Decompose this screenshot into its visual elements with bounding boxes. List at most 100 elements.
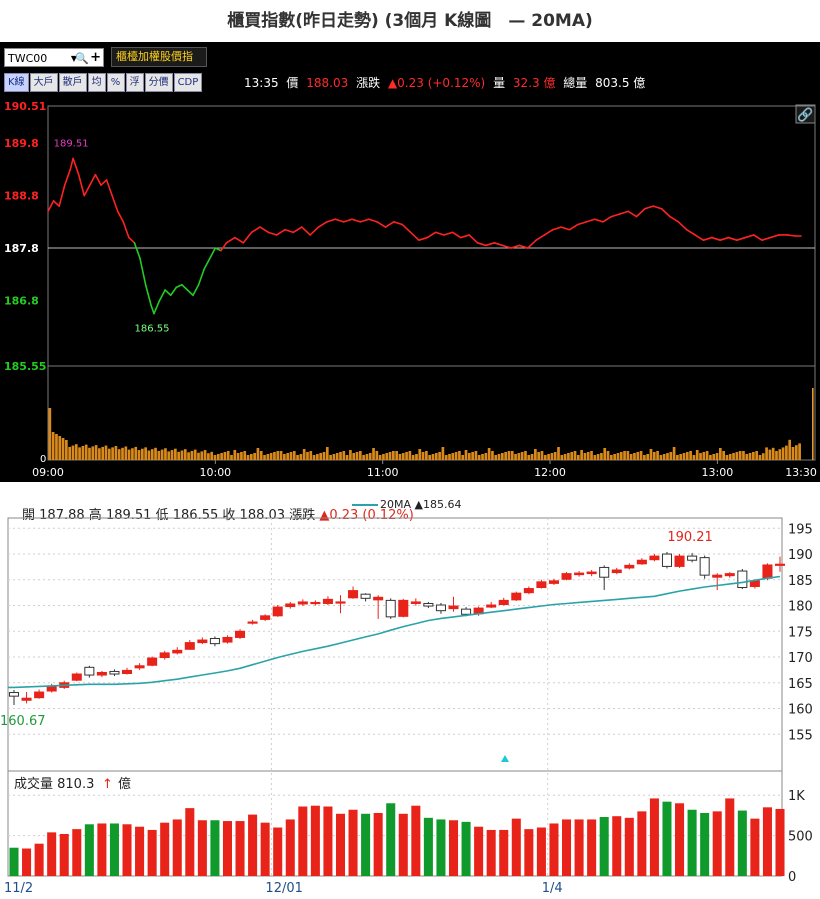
volume-bar [361, 813, 371, 876]
volume-bar [51, 432, 55, 460]
volume-bar [256, 448, 260, 460]
volume-bar [517, 453, 521, 460]
volume-bar [676, 455, 679, 460]
candle-body [523, 588, 534, 594]
volume-bar [725, 455, 729, 460]
price-line-segment [267, 231, 278, 236]
price-line-segment [418, 236, 429, 241]
price-line-segment [351, 218, 362, 223]
volume-bar [448, 454, 451, 460]
volume-bar [210, 451, 214, 460]
volume-unit: 億 [118, 776, 131, 792]
price-line-segment [384, 221, 395, 228]
x-tick-label: 13:30 [785, 466, 817, 479]
volume-bar [425, 451, 428, 460]
candle-body [611, 569, 622, 574]
volume-bar [298, 806, 308, 876]
y-tick-label: 175 [788, 625, 813, 640]
volume-bar [249, 454, 253, 460]
price-line-segment [234, 236, 245, 244]
candle-body [121, 669, 133, 674]
volume-bar [765, 447, 768, 460]
volume-bar [507, 451, 511, 460]
price-line-segment [301, 226, 311, 236]
candle-body [423, 602, 434, 607]
candle-body [498, 599, 509, 606]
volume-bar [59, 833, 69, 876]
volume-bar [562, 819, 572, 876]
candle-body [322, 598, 333, 604]
volume-bar [687, 809, 697, 876]
volume-bar [81, 446, 85, 460]
volume-bar [253, 453, 256, 460]
volume-bar [499, 829, 509, 876]
volume-bar [441, 447, 445, 460]
volume-bar [418, 449, 422, 460]
volume-bar [794, 445, 798, 460]
volume-bar [263, 455, 266, 460]
volume-bar [348, 809, 358, 876]
volume-bar [172, 819, 182, 876]
volume-bar [289, 452, 293, 460]
volume-bar [111, 447, 114, 460]
volume-bar [302, 449, 306, 460]
volume-zero-label: 0 [40, 454, 46, 465]
high-annotation: 190.21 [667, 530, 713, 545]
price-line-segment [220, 242, 228, 252]
volume-bar [527, 455, 531, 460]
volume-bar [362, 455, 365, 460]
x-tick-label: 11:00 [367, 466, 399, 479]
x-tick-label: 11/2 [4, 881, 33, 896]
candle-body [712, 574, 723, 578]
volume-bar [325, 447, 329, 460]
intraday-chart: 🔗 190.51 189.8 188.8 187.8 186.8 185.55 009:00… [4, 100, 817, 479]
price-line-segment [543, 228, 554, 236]
volume-bar [709, 455, 712, 460]
price-line-segment [786, 234, 797, 237]
price-line-segment [94, 173, 102, 186]
volume-bar [500, 453, 504, 460]
y-tick-label: 155 [788, 728, 813, 743]
price-line-segment [186, 289, 194, 297]
price-line-segment [568, 223, 579, 231]
price-line-segment [242, 231, 253, 244]
volume-bar [481, 454, 484, 460]
volume-bar [71, 445, 75, 460]
volume-bar [94, 445, 98, 460]
volume-bar [226, 451, 230, 460]
volume-bar [603, 448, 607, 460]
volume-bar [788, 439, 792, 460]
volume-bar [273, 452, 276, 460]
volume-bar [405, 452, 408, 460]
price-line-segment [459, 234, 470, 239]
volume-bar [292, 451, 296, 460]
volume-bar [283, 454, 286, 460]
volume-bar [235, 821, 245, 876]
candle-body [222, 636, 233, 643]
volume-bar [461, 455, 465, 460]
volume-bar [557, 447, 560, 460]
volume-bar [553, 452, 557, 460]
price-line-segment [493, 242, 504, 247]
volume-bar [345, 455, 349, 460]
volume-bar [421, 452, 425, 460]
y-tick-label: 185.55 [4, 360, 46, 373]
price-line-segment [208, 247, 217, 260]
volume-bar [752, 452, 755, 460]
volume-bar [662, 801, 672, 876]
volume-bar [107, 448, 111, 460]
volume-bar [134, 446, 138, 460]
volume-bar [332, 454, 336, 460]
volume-bar [84, 824, 94, 876]
volume-bar [180, 450, 184, 460]
volume-bar [748, 453, 752, 460]
volume-bar [524, 829, 534, 876]
link-icon[interactable]: 🔗 [795, 104, 816, 124]
volume-bar [491, 451, 494, 460]
volume-bar [401, 453, 405, 460]
volume-bar [623, 451, 626, 460]
volume-bar [484, 453, 488, 460]
volume-bar [619, 452, 623, 460]
y-tick-label: 185 [788, 574, 813, 589]
volume-bar [170, 450, 174, 460]
